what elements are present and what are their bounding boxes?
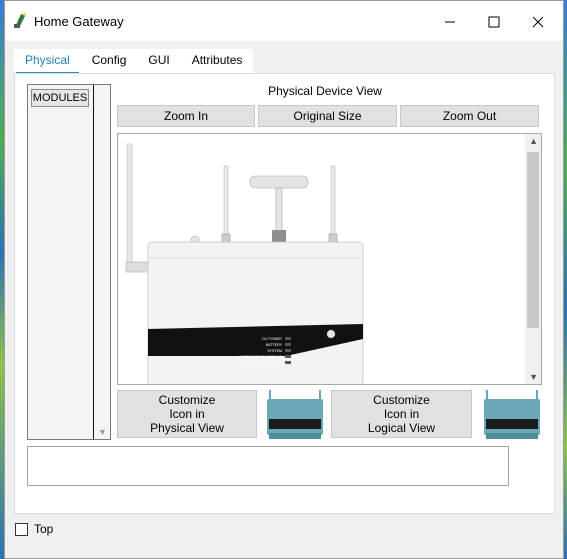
tab-config[interactable]: Config [80,49,138,73]
top-checkbox[interactable] [15,522,28,536]
customize-physical-line2: Icon in [169,407,205,421]
message-box[interactable] [27,446,509,486]
physical-panel: MODULES ▼ Physical Device View Zoom In O… [14,73,555,514]
customize-physical-icon-button[interactable]: Customize Icon in Physical View [117,390,257,438]
modules-header: MODULES [31,89,89,107]
customize-physical-line1: Customize [158,393,216,407]
led-label-dc-power: DC POWER [262,337,282,341]
led-label-system: SYSTEM [267,349,282,353]
physical-device-icon [267,390,323,439]
customize-physical-line3: Physical View [150,421,224,435]
physical-device-view-title: Physical Device View [268,84,382,98]
device-window: Home Gateway Physical Config GUI Attribu… [4,0,564,559]
scroll-up-icon[interactable]: ▲ [529,136,538,146]
customize-logical-line2: Icon in [383,407,420,421]
device-viewport[interactable]: DC POWER BATTERY SYSTEM WIRELESS BROADBA… [117,133,542,385]
modules-pane: MODULES [28,85,94,439]
modules-list[interactable]: MODULES ▼ [27,84,111,440]
customize-logical-icon-button[interactable]: Customize Icon in Logical View [331,390,472,438]
customize-logical-line3: Logical View [367,421,436,435]
zoom-out-button[interactable]: Zoom Out [400,105,539,127]
home-gateway-device-image: DC POWER BATTERY SYSTEM WIRELESS BROADBA… [125,143,364,384]
original-size-button[interactable]: Original Size [258,105,397,127]
led-label-battery: BATTERY [266,343,283,347]
modules-scroll-down-icon[interactable]: ▼ [98,427,107,437]
viewport-scrollbar[interactable]: ▲ ▼ [525,134,541,384]
tab-attributes[interactable]: Attributes [180,49,254,73]
zoom-in-button[interactable]: Zoom In [117,105,255,127]
led-label-wireless-broadband-2: WIRELESS BROADBAND [240,361,283,365]
tab-gui[interactable]: GUI [137,49,181,73]
maximize-button[interactable] [481,9,507,35]
minimize-icon [445,21,455,23]
tab-physical[interactable]: Physical [14,49,81,75]
minimize-button[interactable] [437,9,463,35]
scroll-down-icon[interactable]: ▼ [529,372,538,382]
always-on-top-toggle[interactable]: Top [15,522,53,536]
logical-device-icon [484,390,540,439]
viewport-scroll-thumb[interactable] [527,152,539,328]
gateway-icon [14,13,27,28]
window-title: Home Gateway [34,14,124,29]
close-icon [532,16,544,28]
maximize-icon [488,16,500,28]
close-button[interactable] [525,9,551,35]
tab-bar: Physical Config GUI Attributes [14,49,254,75]
customize-logical-line1: Customize [373,393,430,407]
led-label-wireless-broadband-1: WIRELESS BROADBAND [240,355,283,359]
top-label: Top [34,522,54,536]
title-bar[interactable]: Home Gateway [5,1,563,41]
